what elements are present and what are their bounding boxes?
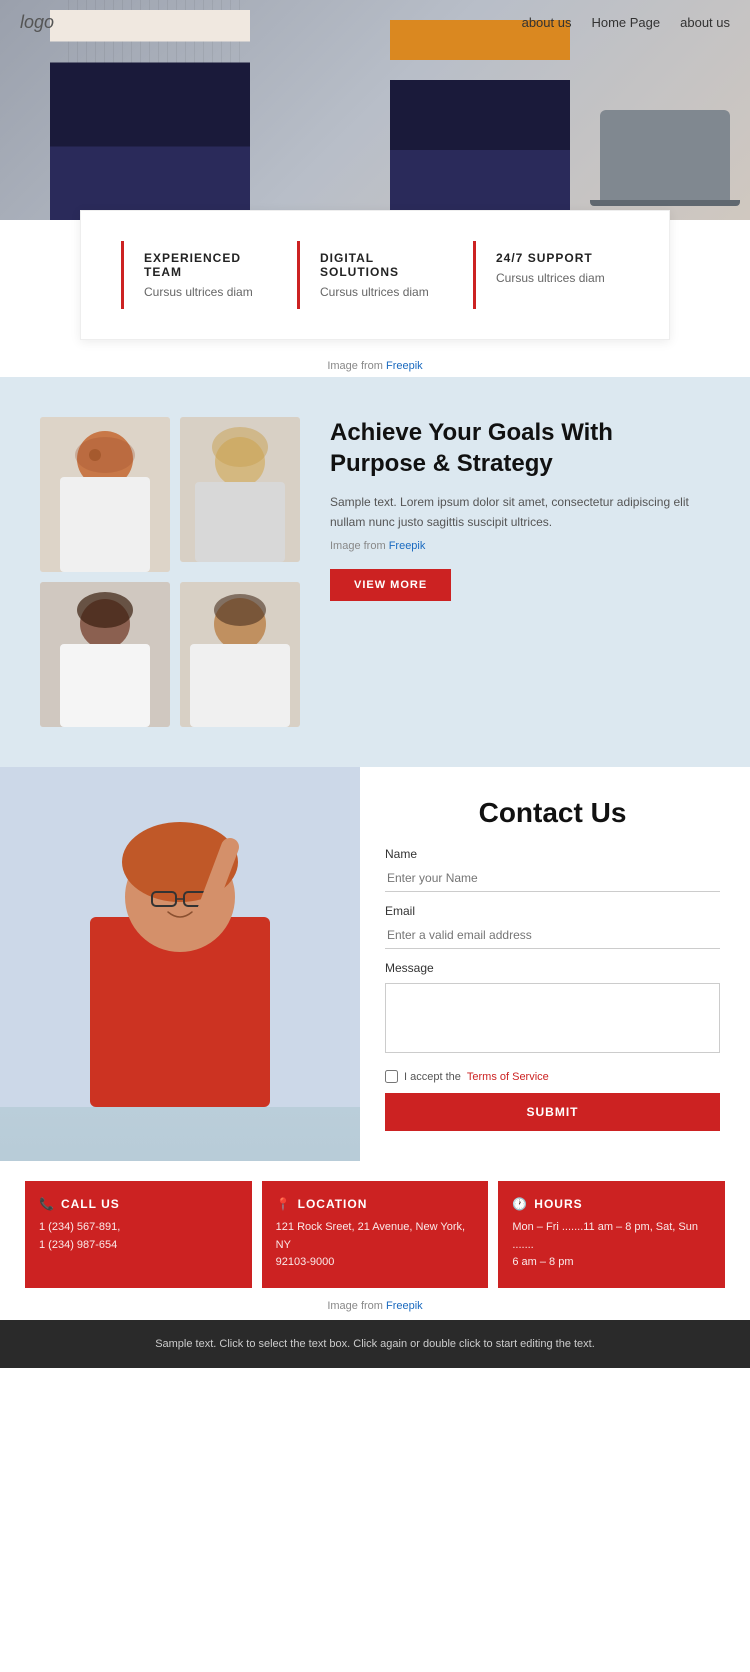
team-photo-3-svg — [40, 582, 170, 727]
name-field-group: Name — [385, 847, 720, 892]
team-content: Achieve Your Goals With Purpose & Strate… — [320, 417, 710, 601]
feature-desc-1: Cursus ultrices diam — [144, 285, 257, 299]
feature-title-3: 24/7 SUPPORT — [496, 251, 609, 265]
contact-section: Contact Us Name Email Message I accept t… — [0, 767, 750, 1161]
footer-card-call-title: 📞 CALL US — [39, 1197, 238, 1211]
team-section: Achieve Your Goals With Purpose & Strate… — [0, 377, 750, 767]
footer-card-location-title: 📍 LOCATION — [276, 1197, 475, 1211]
call-line-1: 1 (234) 567-891, — [39, 1219, 238, 1237]
name-label: Name — [385, 847, 720, 861]
footer-freepik-note: Image from Freepik — [0, 1288, 750, 1320]
team-image-credit: Image from Freepik — [330, 538, 710, 556]
nav-home-page[interactable]: Home Page — [591, 15, 660, 30]
footer-card-call-content: 1 (234) 567-891, 1 (234) 987-654 — [39, 1219, 238, 1254]
feature-item-1: EXPERIENCED TEAM Cursus ultrices diam — [121, 241, 277, 309]
hours-line-2: 6 am – 8 pm — [512, 1254, 711, 1272]
footer-bottom-text: Sample text. Click to select the text bo… — [155, 1338, 595, 1350]
team-heading: Achieve Your Goals With Purpose & Strate… — [330, 417, 710, 479]
submit-button[interactable]: SUBMIT — [385, 1093, 720, 1131]
freepik-link-hero[interactable]: Freepik — [386, 360, 423, 372]
contact-photo — [0, 767, 360, 1161]
freepik-note-hero: Image from Freepik — [0, 350, 750, 377]
footer-card-hours-content: Mon – Fri .......11 am – 8 pm, Sat, Sun … — [512, 1219, 711, 1272]
phone-icon: 📞 — [39, 1197, 55, 1211]
location-line-2: 92103-9000 — [276, 1254, 475, 1272]
location-line-1: 121 Rock Sreet, 21 Avenue, New York, NY — [276, 1219, 475, 1254]
location-icon: 📍 — [276, 1197, 292, 1211]
navigation: about us Home Page about us — [522, 15, 730, 30]
nav-about-us-2[interactable]: about us — [680, 15, 730, 30]
footer-card-hours-title: 🕐 HOURS — [512, 1197, 711, 1211]
team-photos-grid — [40, 417, 300, 727]
message-field-group: Message — [385, 961, 720, 1058]
footer-card-location: 📍 LOCATION 121 Rock Sreet, 21 Avenue, Ne… — [262, 1181, 489, 1288]
footer-freepik-link[interactable]: Freepik — [386, 1300, 423, 1312]
footer-card-hours: 🕐 HOURS Mon – Fri .......11 am – 8 pm, S… — [498, 1181, 725, 1288]
team-photo-1-svg — [40, 417, 170, 572]
team-photo-2-svg — [180, 417, 300, 562]
team-photo-2 — [180, 417, 300, 562]
contact-form: Contact Us Name Email Message I accept t… — [360, 767, 750, 1161]
tos-link[interactable]: Terms of Service — [467, 1071, 549, 1083]
feature-title-1: EXPERIENCED TEAM — [144, 251, 257, 279]
hero-laptop — [600, 110, 730, 200]
feature-desc-2: Cursus ultrices diam — [320, 285, 433, 299]
message-textarea[interactable] — [385, 983, 720, 1053]
feature-item-3: 24/7 SUPPORT Cursus ultrices diam — [473, 241, 629, 309]
contact-person-svg — [0, 767, 360, 1107]
view-more-button[interactable]: VIEW MORE — [330, 569, 451, 601]
features-section: EXPERIENCED TEAM Cursus ultrices diam DI… — [80, 210, 670, 340]
message-label: Message — [385, 961, 720, 975]
hero-figure-2 — [390, 20, 570, 220]
name-input[interactable] — [385, 865, 720, 892]
contact-sim — [0, 767, 360, 1161]
email-input[interactable] — [385, 922, 720, 949]
team-photo-3 — [40, 582, 170, 727]
footer-card-location-content: 121 Rock Sreet, 21 Avenue, New York, NY … — [276, 1219, 475, 1272]
team-photo-4-svg — [180, 582, 300, 727]
email-field-group: Email — [385, 904, 720, 949]
nav-about-us-1[interactable]: about us — [522, 15, 572, 30]
header: logo about us Home Page about us — [0, 0, 750, 45]
team-body: Sample text. Lorem ipsum dolor sit amet,… — [330, 493, 710, 531]
team-photo-1 — [40, 417, 170, 572]
tos-row: I accept the Terms of Service — [385, 1070, 720, 1083]
tos-text: I accept the — [404, 1071, 461, 1083]
hours-line-1: Mon – Fri .......11 am – 8 pm, Sat, Sun … — [512, 1219, 711, 1254]
clock-icon: 🕐 — [512, 1197, 528, 1211]
tos-checkbox[interactable] — [385, 1070, 398, 1083]
feature-desc-3: Cursus ultrices diam — [496, 271, 609, 285]
footer-card-call: 📞 CALL US 1 (234) 567-891, 1 (234) 987-6… — [25, 1181, 252, 1288]
team-photo-4 — [180, 582, 300, 727]
footer-bottom: Sample text. Click to select the text bo… — [0, 1320, 750, 1369]
feature-item-2: DIGITAL SOLUTIONS Cursus ultrices diam — [297, 241, 453, 309]
team-freepik-link[interactable]: Freepik — [389, 540, 426, 552]
logo: logo — [20, 12, 54, 33]
feature-title-2: DIGITAL SOLUTIONS — [320, 251, 433, 279]
contact-heading: Contact Us — [385, 797, 720, 829]
email-label: Email — [385, 904, 720, 918]
call-line-2: 1 (234) 987-654 — [39, 1237, 238, 1255]
footer-cards: 📞 CALL US 1 (234) 567-891, 1 (234) 987-6… — [0, 1161, 750, 1288]
